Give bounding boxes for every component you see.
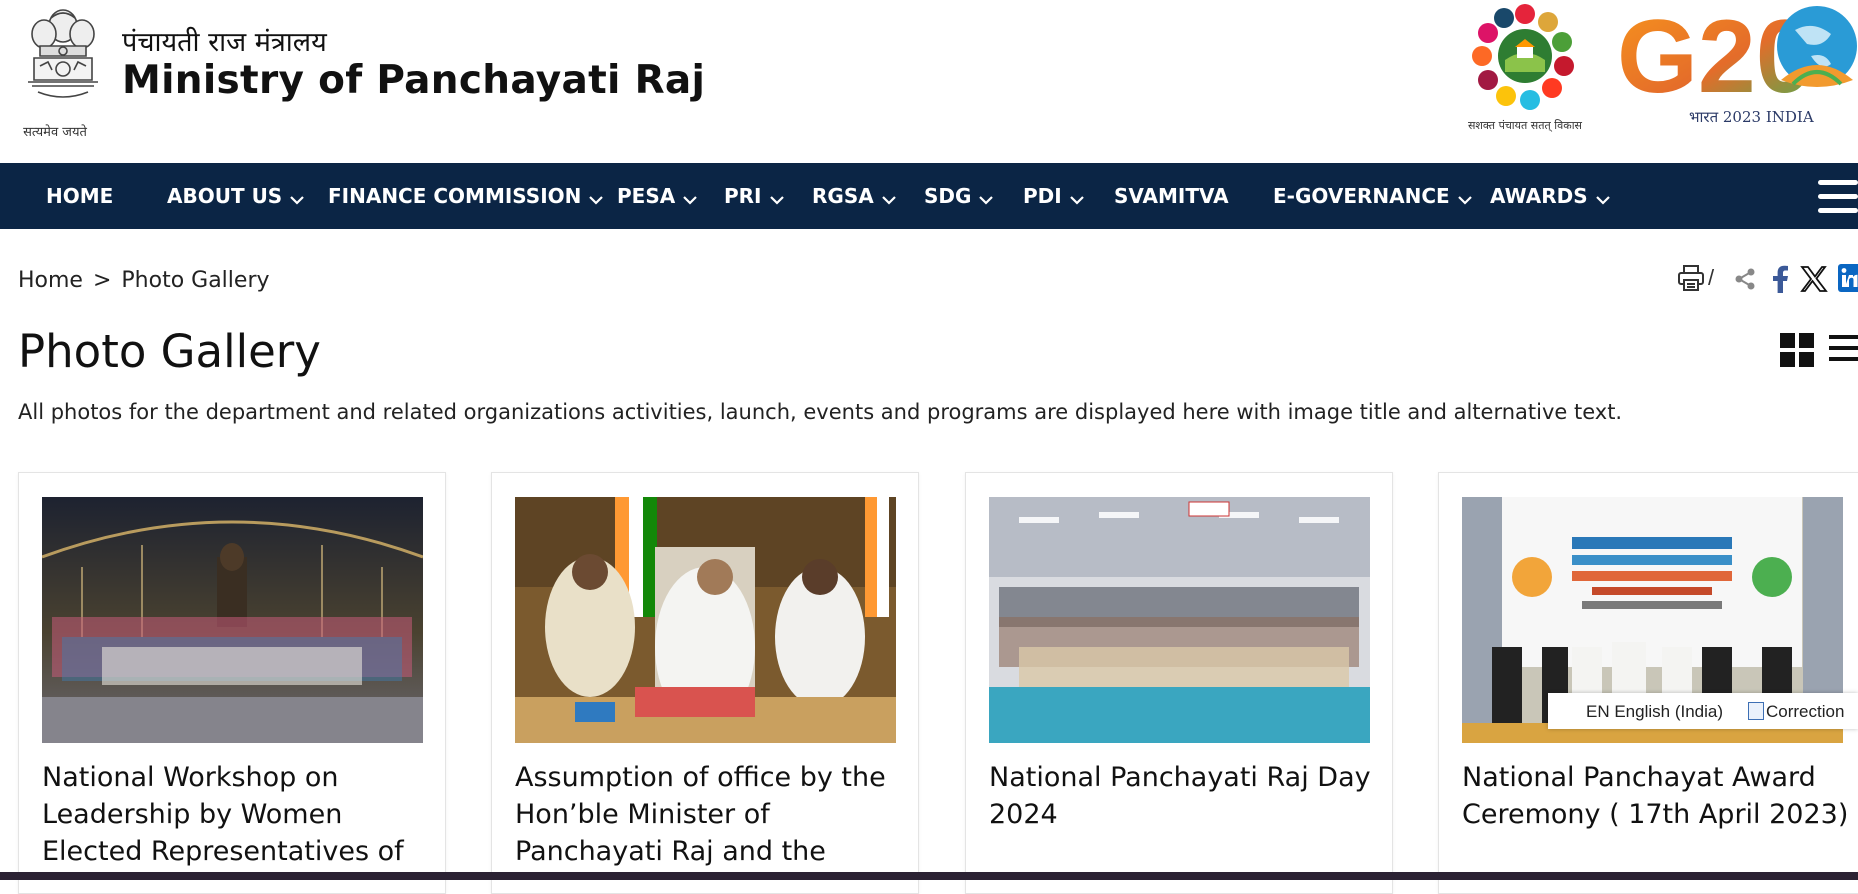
chevron-down-icon (1069, 165, 1084, 231)
sdg-caption: सशक्त पंचायत सतत् विकास (1468, 119, 1582, 132)
page-intro: All photos for the department and relate… (18, 400, 1623, 424)
chevron-down-icon (290, 165, 304, 231)
gallery-card-title[interactable]: Assumption of office by the Hon’ble Mini… (515, 759, 905, 870)
g20-logo[interactable]: G20 भारत 2023 INDIA (1615, 0, 1858, 140)
nav-item-pesa[interactable]: PESA (617, 163, 697, 229)
chevron-down-icon (881, 165, 896, 231)
breadcrumb-home-link[interactable]: Home (18, 268, 83, 293)
hamburger-icon[interactable] (1818, 180, 1858, 214)
chevron-down-icon (683, 165, 697, 231)
chevron-down-icon (979, 165, 994, 231)
gallery-card-title[interactable]: National Panchayat Award Ceremony ( 17th… (1462, 759, 1852, 833)
breadcrumb: Home > Photo Gallery (18, 268, 270, 293)
correction-label[interactable]: Correction (1766, 702, 1844, 722)
site-title-hindi[interactable]: पंचायती राज मंत्रालय (122, 22, 327, 59)
site-header: सत्यमेव जयते पंचायती राज मंत्रालय Minist… (0, 0, 1858, 163)
site-title[interactable]: Ministry of Panchayati Raj (122, 58, 705, 103)
chevron-down-icon (1457, 165, 1472, 231)
nav-item-pri[interactable]: PRI (724, 163, 784, 229)
nav-item-sdg[interactable]: SDG (924, 163, 994, 231)
nav-item-e-governance[interactable]: E-GOVERNANCE (1273, 163, 1472, 229)
chevron-down-icon (769, 165, 784, 231)
emblem-motto: सत्यमेव जयते (23, 125, 87, 140)
chevron-down-icon (589, 165, 604, 231)
correction-icon[interactable] (1748, 702, 1764, 720)
gallery-card[interactable]: National Panchayati Raj Day 2024 (965, 472, 1393, 894)
nav-item-about-us[interactable]: ABOUT US (167, 163, 304, 229)
list-view-icon[interactable] (1829, 333, 1858, 372)
taskbar-edge (0, 872, 1858, 880)
gallery-card-title[interactable]: National Panchayati Raj Day 2024 (989, 759, 1379, 833)
chevron-down-icon (1595, 165, 1610, 231)
language-label[interactable]: EN English (India) (1586, 702, 1723, 722)
national-emblem-logo[interactable] (18, 0, 108, 142)
gallery-photo-women-workshop[interactable] (42, 497, 423, 743)
g20-caption: भारत 2023 INDIA (1689, 108, 1814, 126)
nav-label: E-GOVERNANCE (1273, 184, 1450, 208)
nav-label: HOME (46, 184, 114, 208)
main-navigation: HOME ABOUT US FINANCE COMMISSION PESA PR… (0, 163, 1858, 229)
nav-label: PDI (1023, 184, 1062, 208)
breadcrumb-separator: > (92, 268, 112, 293)
gallery-card-title[interactable]: National Workshop on Leadership by Women… (42, 759, 432, 870)
nav-label: ABOUT US (167, 184, 283, 208)
facebook-icon[interactable] (1771, 265, 1789, 298)
nav-item-rgsa[interactable]: RGSA (812, 163, 896, 229)
gallery-card[interactable]: National Workshop on Leadership by Women… (18, 472, 446, 894)
nav-item-pdi[interactable]: PDI (1023, 163, 1084, 229)
language-popup[interactable]: EN English (India) Correction (1548, 693, 1858, 729)
gallery-card[interactable]: National Panchayat Award Ceremony ( 17th… (1438, 472, 1858, 894)
share-icon[interactable] (1733, 267, 1757, 296)
linkedin-icon[interactable] (1838, 264, 1858, 297)
nav-label: PRI (724, 184, 762, 208)
breadcrumb-current: Photo Gallery (121, 268, 270, 293)
nav-item-awards[interactable]: AWARDS (1490, 163, 1610, 229)
tool-separator: / (1708, 265, 1715, 290)
nav-item-finance-commission[interactable]: FINANCE COMMISSION (328, 163, 604, 231)
nav-label: RGSA (812, 184, 874, 208)
nav-label: PESA (617, 184, 676, 208)
nav-label: AWARDS (1490, 184, 1588, 208)
nav-item-svamitva[interactable]: SVAMITVA (1114, 163, 1229, 229)
nav-label: FINANCE COMMISSION (328, 184, 582, 208)
gallery-card[interactable]: Assumption of office by the Hon’ble Mini… (491, 472, 919, 894)
grid-view-icon[interactable] (1780, 333, 1814, 372)
page-title: Photo Gallery (18, 325, 321, 378)
nav-item-home[interactable]: HOME (46, 163, 113, 229)
print-icon[interactable] (1677, 264, 1705, 297)
gallery-photo-minister-office[interactable] (515, 497, 896, 743)
nav-label: SVAMITVA (1114, 184, 1229, 208)
gallery-photo-panchayati-raj-day[interactable] (989, 497, 1370, 743)
x-twitter-icon[interactable] (1800, 265, 1828, 298)
nav-label: SDG (924, 184, 972, 208)
